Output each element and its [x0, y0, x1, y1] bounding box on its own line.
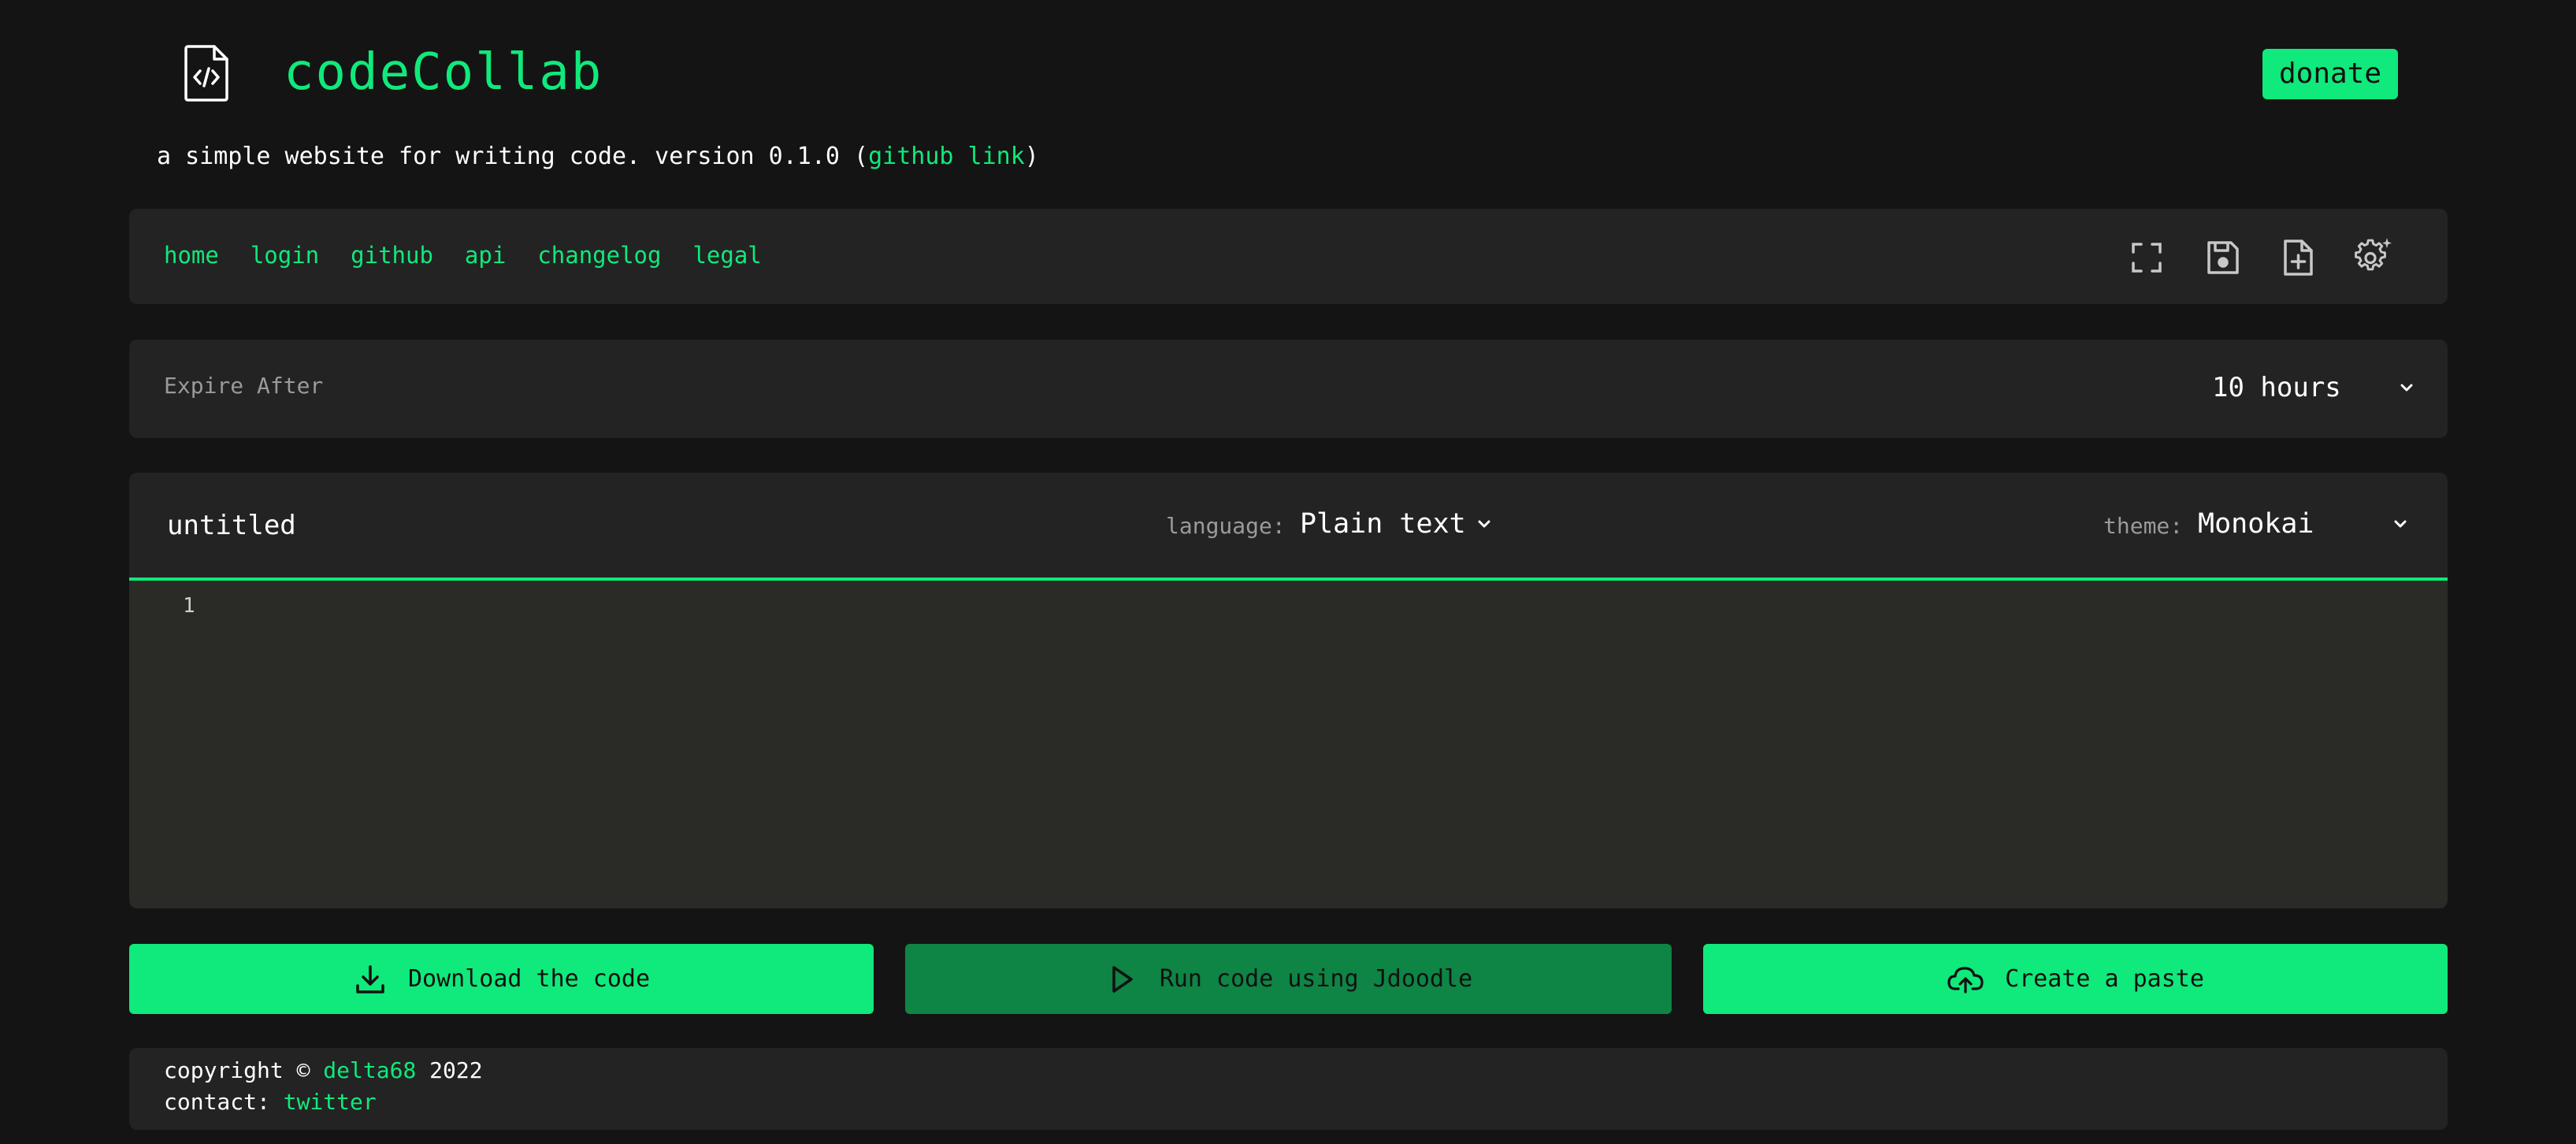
- nav-link-home[interactable]: home: [164, 238, 219, 273]
- author-link[interactable]: delta68: [323, 1057, 416, 1083]
- chevron-down-icon: [2394, 520, 2407, 528]
- chevron-down-icon: [2400, 384, 2413, 392]
- expire-value: 10 hours: [2212, 372, 2341, 403]
- theme-select[interactable]: Monokai: [2198, 506, 2411, 542]
- expire-label: Expire After: [164, 373, 324, 399]
- theme-label: theme:: [2103, 513, 2184, 539]
- tagline-close: ): [1024, 143, 1039, 170]
- run-button[interactable]: Run code using Jdoodle: [905, 944, 1672, 1014]
- expire-select[interactable]: 10 hours: [2212, 370, 2417, 405]
- nav-link-login[interactable]: login: [251, 238, 319, 273]
- language-select[interactable]: Plain text: [1300, 506, 1494, 542]
- line-number: 1: [183, 594, 195, 618]
- nav-links: home login github api changelog legal: [164, 238, 762, 273]
- tagline-text: a simple website for writing code. versi…: [157, 143, 869, 170]
- tagline: a simple website for writing code. versi…: [157, 140, 1039, 173]
- download-icon: [356, 964, 384, 994]
- twitter-link[interactable]: twitter: [284, 1089, 377, 1115]
- cloud-upload-icon: [1947, 966, 1984, 994]
- chevron-down-icon: [1478, 520, 1490, 528]
- new-file-icon[interactable]: [2277, 236, 2319, 279]
- github-link[interactable]: github link: [868, 143, 1025, 170]
- download-label: Download the code: [407, 965, 651, 993]
- file-code-icon: [183, 44, 230, 102]
- language-value: Plain text: [1300, 508, 1466, 540]
- fullscreen-icon[interactable]: [2125, 236, 2168, 279]
- theme-value: Monokai: [2198, 508, 2314, 540]
- nav-link-github[interactable]: github: [351, 238, 433, 273]
- nav-link-changelog[interactable]: changelog: [537, 238, 661, 273]
- play-icon: [1112, 965, 1133, 993]
- create-paste-button[interactable]: Create a paste: [1703, 944, 2448, 1014]
- run-label: Run code using Jdoodle: [1159, 965, 1473, 993]
- language-label: language:: [1166, 513, 1286, 539]
- filename-input[interactable]: untitled: [167, 507, 296, 544]
- copyright-line: copyright © delta68 2022: [164, 1055, 483, 1086]
- settings-icon[interactable]: [2352, 236, 2395, 279]
- expire-panel: [129, 340, 2448, 438]
- contact-line: contact: twitter: [164, 1086, 377, 1118]
- code-editor[interactable]: [129, 581, 2448, 908]
- create-paste-label: Create a paste: [2005, 965, 2204, 993]
- nav-link-legal[interactable]: legal: [692, 238, 761, 273]
- copyright-year: 2022: [416, 1057, 483, 1083]
- download-button[interactable]: Download the code: [129, 944, 874, 1014]
- contact-prefix: contact:: [164, 1089, 284, 1115]
- donate-button[interactable]: donate: [2262, 49, 2398, 99]
- copyright-prefix: copyright ©: [164, 1057, 324, 1083]
- nav-link-api[interactable]: api: [465, 238, 506, 273]
- app-title[interactable]: codeCollab: [284, 41, 603, 104]
- editor-header: [129, 473, 2448, 579]
- save-icon[interactable]: [2201, 236, 2244, 279]
